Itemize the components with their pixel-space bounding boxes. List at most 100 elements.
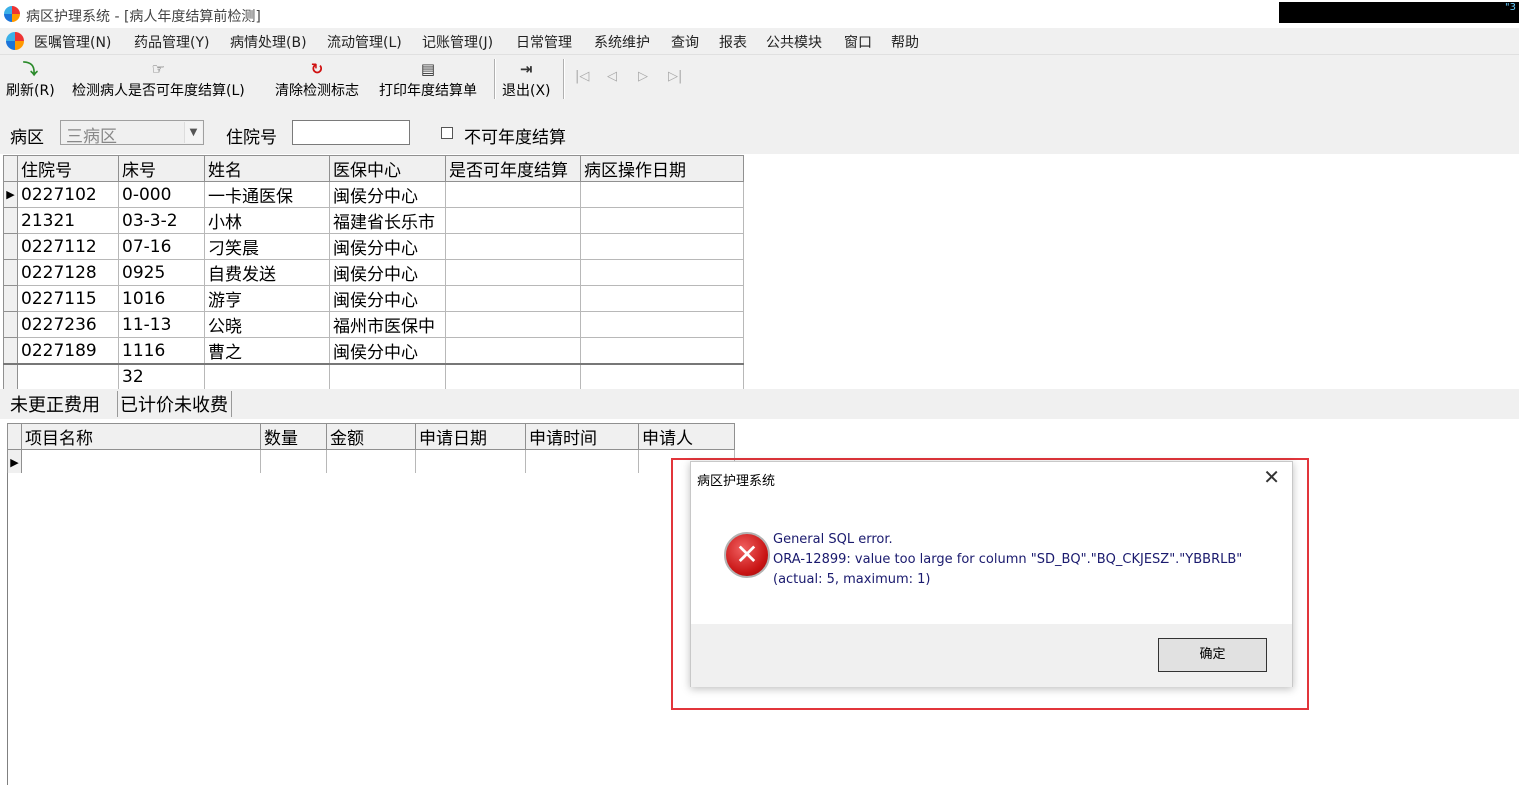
cell-insurance-center[interactable]: 闽侯分中心 [329,259,446,286]
clear-flag-button[interactable]: ↻ 清除检测标志 [275,57,359,99]
cell-settleable[interactable] [445,311,581,338]
cell-name[interactable]: 小林 [204,207,330,234]
cell-settleable[interactable] [445,207,581,234]
cell-amount[interactable] [326,449,416,475]
refresh-button[interactable]: ⤵ 刷新(R) [6,57,55,99]
menu-item-reports[interactable]: 报表 [719,32,747,52]
cell-name[interactable]: 自费发送 [204,259,330,286]
col-item-name[interactable]: 项目名称 [21,423,261,450]
cell-ward-op-date[interactable] [580,285,744,312]
cell-name[interactable]: 刁笑晨 [204,233,330,260]
ok-button[interactable]: 确定 [1158,638,1267,672]
col-request-time[interactable]: 申请时间 [525,423,639,450]
cell-bed-no[interactable]: 0-000 [118,181,205,208]
table-row[interactable]: 0227236 11-13 公晓 福州市医保中 [3,311,744,338]
table-row[interactable]: 0227115 1016 游亨 闽侯分中心 [3,285,744,312]
table-row[interactable]: 0227128 0925 自费发送 闽侯分中心 [3,259,744,286]
prev-record-icon[interactable]: ◁ [607,69,617,84]
ward-select[interactable]: 三病区 ▼ [60,120,204,147]
cell-settleable[interactable] [445,233,581,260]
col-bed-no[interactable]: 床号 [118,155,205,182]
cell-bed-no[interactable]: 11-13 [118,311,205,338]
cell-insurance-center[interactable]: 闽侯分中心 [329,181,446,208]
menu-item-help[interactable]: 帮助 [891,32,919,52]
cell-admission-no[interactable]: 0227115 [17,285,119,312]
cell-bed-no[interactable]: 07-16 [118,233,205,260]
menu-item-query[interactable]: 查询 [671,32,699,52]
cell-settleable[interactable] [445,259,581,286]
table-row[interactable]: 21321 03-3-2 小林 福建省长乐市 [3,207,744,234]
next-record-icon[interactable]: ▷ [638,69,648,84]
col-insurance-center[interactable]: 医保中心 [329,155,446,182]
cell-quantity[interactable] [260,449,327,475]
menu-item-maintenance[interactable]: 系统维护 [594,32,650,52]
menu-item-flow[interactable]: 流动管理(L) [327,32,402,52]
cell-insurance-center[interactable]: 闽侯分中心 [329,233,446,260]
cell-admission-no[interactable]: 0227189 [17,337,119,365]
cell-settleable[interactable] [445,285,581,312]
col-ward-op-date[interactable]: 病区操作日期 [580,155,744,182]
menu-item-window[interactable]: 窗口 [844,32,872,52]
table-row[interactable]: 0227189 1116 曹之 闽侯分中心 [3,337,744,365]
col-amount[interactable]: 金额 [326,423,416,450]
not-settleable-checkbox[interactable] [441,127,453,139]
cell-item-name[interactable] [21,449,261,475]
cell-insurance-center[interactable]: 闽侯分中心 [329,285,446,312]
col-quantity[interactable]: 数量 [260,423,327,450]
cell-admission-no[interactable]: 0227128 [17,259,119,286]
app-menu-icon[interactable] [6,32,24,50]
cell-request-date[interactable] [415,449,526,475]
print-settlement-button[interactable]: ▤ 打印年度结算单 [379,57,477,99]
last-record-icon[interactable]: ▷| [668,69,682,84]
app-logo-icon [4,6,20,22]
col-request-date[interactable]: 申请日期 [415,423,526,450]
cell-ward-op-date[interactable] [580,207,744,234]
cell-name[interactable]: 曹之 [204,337,330,365]
cell-settleable[interactable] [445,181,581,208]
table-row[interactable]: 0227112 07-16 刁笑晨 闽侯分中心 [3,233,744,260]
col-admission-no[interactable]: 住院号 [17,155,119,182]
cell-ward-op-date[interactable] [580,311,744,338]
cell-ward-op-date[interactable] [580,337,744,365]
cell-ward-op-date[interactable] [580,233,744,260]
cell-bed-no[interactable]: 0925 [118,259,205,286]
check-settlement-button[interactable]: ☞ 检测病人是否可年度结算(L) [72,57,245,99]
menu-item-accounting[interactable]: 记账管理(J) [422,32,493,52]
cell-name[interactable]: 公晓 [204,311,330,338]
cell-admission-no[interactable]: 0227112 [17,233,119,260]
cell-admission-no[interactable]: 0227236 [17,311,119,338]
tab-priced-unpaid[interactable]: 已计价未收费 [117,391,232,417]
cell-settleable[interactable] [445,337,581,365]
cell-bed-no[interactable]: 03-3-2 [118,207,205,234]
cell-admission-no[interactable]: 21321 [17,207,119,234]
menu-item-condition[interactable]: 病情处理(B) [230,32,307,52]
admission-input[interactable] [292,120,410,145]
menu-item-daily[interactable]: 日常管理 [516,32,572,52]
menu-item-drugs[interactable]: 药品管理(Y) [134,32,209,52]
cell-name[interactable]: 一卡通医保 [204,181,330,208]
table-row[interactable]: ▶ 0227102 0-000 一卡通医保 闽侯分中心 [3,181,744,208]
cell-insurance-center[interactable]: 福建省长乐市 [329,207,446,234]
exit-door-icon: ⇥ [519,60,533,78]
cell-request-time[interactable] [525,449,639,475]
col-settleable[interactable]: 是否可年度结算 [445,155,581,182]
cell-ward-op-date[interactable] [580,259,744,286]
table-row[interactable]: ▶ [7,449,735,475]
cell-ward-op-date[interactable] [580,181,744,208]
col-name[interactable]: 姓名 [204,155,330,182]
cell-bed-no[interactable]: 1116 [118,337,205,365]
tab-uncorrected-fees[interactable]: 未更正费用 [7,391,103,417]
chevron-down-icon[interactable]: ▼ [184,122,202,143]
cell-name[interactable]: 游亨 [204,285,330,312]
menu-item-public[interactable]: 公共模块 [766,32,822,52]
close-icon[interactable]: ✕ [1263,465,1280,489]
first-record-icon[interactable]: |◁ [575,69,589,84]
cell-insurance-center[interactable]: 福州市医保中 [329,311,446,338]
cell-bed-no[interactable]: 1016 [118,285,205,312]
col-requester[interactable]: 申请人 [638,423,735,450]
menu-item-orders[interactable]: 医嘱管理(N) [34,32,111,52]
row-indicator-header [7,423,22,450]
cell-admission-no[interactable]: 0227102 [17,181,119,208]
cell-insurance-center[interactable]: 闽侯分中心 [329,337,446,365]
exit-button[interactable]: ⇥ 退出(X) [502,57,551,99]
